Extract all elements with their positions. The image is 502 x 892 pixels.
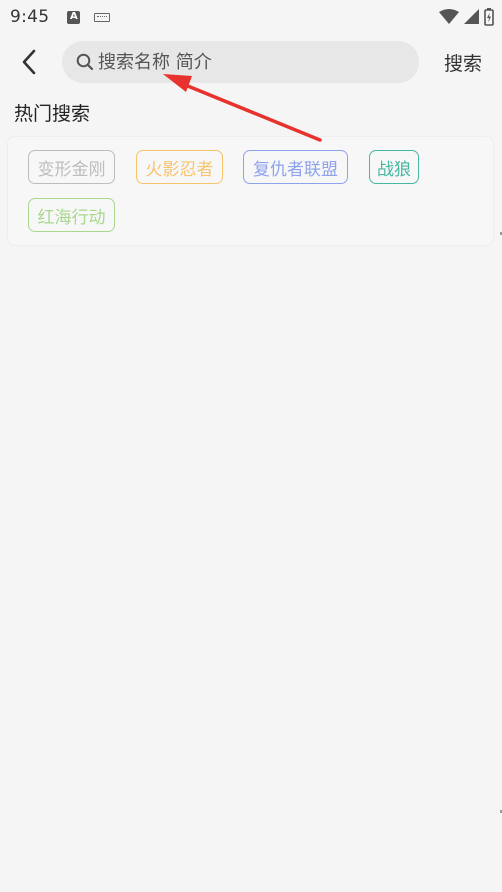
hot-search-title: 热门搜索 (14, 103, 91, 125)
hot-tag-transformers[interactable]: 变形金刚 (28, 150, 115, 184)
search-header: 搜索 (0, 38, 502, 86)
magnifier-icon (76, 53, 94, 71)
hot-tag-naruto[interactable]: 火影忍者 (136, 150, 223, 184)
wifi-icon (439, 9, 459, 24)
search-button[interactable]: 搜索 (444, 49, 482, 76)
battery-icon (484, 8, 494, 26)
a-notification-icon: A (67, 10, 81, 24)
status-time: 9:45 (10, 7, 50, 27)
hot-tag-wolf-warrior[interactable]: 战狼 (369, 150, 419, 184)
chevron-left-icon (22, 49, 36, 75)
hot-search-tag-panel: 变形金刚 火影忍者 复仇者联盟 战狼 红海行动 (7, 136, 494, 246)
hot-tag-operation-red-sea[interactable]: 红海行动 (28, 198, 115, 232)
search-box[interactable] (62, 41, 419, 83)
back-button[interactable] (14, 47, 44, 77)
status-bar: 9:45 A (0, 0, 502, 34)
annotation-arrow (163, 74, 322, 142)
hot-tag-avengers[interactable]: 复仇者联盟 (243, 150, 348, 184)
search-input[interactable] (98, 51, 398, 73)
keyboard-icon (94, 12, 111, 22)
cellular-signal-icon (464, 9, 479, 24)
